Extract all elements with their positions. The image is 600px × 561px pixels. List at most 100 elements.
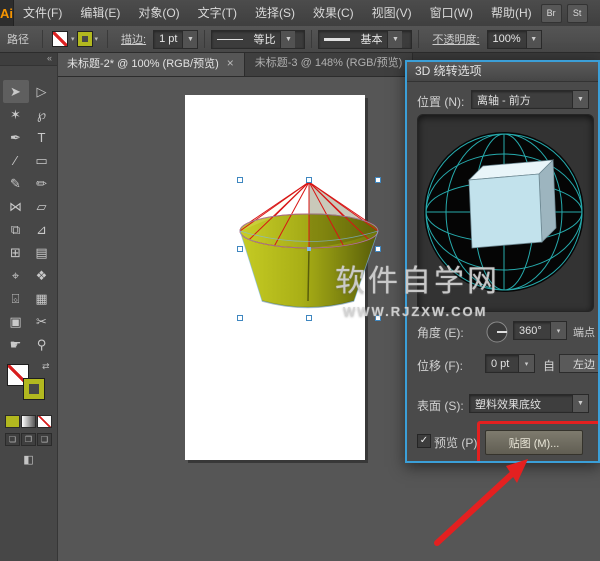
tool-glyph: ✶ — [10, 106, 21, 122]
tool-glyph: ❖ — [35, 267, 48, 283]
tool-glyph: ▤ — [35, 244, 48, 260]
stroke-swatch[interactable] — [76, 31, 93, 47]
offset-value: 0 pt — [491, 357, 510, 370]
preview-checkbox[interactable]: ✓ — [417, 434, 431, 448]
tool-glyph: ∕ — [14, 153, 17, 168]
offset-edge-button[interactable]: 左边 — [559, 354, 598, 373]
tab-untitled-2[interactable]: 未标题-2* @ 100% (RGB/预览) × — [57, 52, 245, 76]
selection-tool-icon[interactable]: ➤ — [2, 80, 29, 103]
stroke-color-swatch[interactable] — [23, 378, 45, 400]
draw-normal-icon[interactable]: ❏ — [5, 433, 20, 446]
tab-untitled-3[interactable]: 未标题-3 @ 148% (RGB/预览) — [244, 52, 414, 76]
chevron-down-icon[interactable]: ▾ — [550, 322, 566, 339]
menu-bar: Ai 文件(F) 编辑(E) 对象(O) 文字(T) 选择(S) 效果(C) 视图(V) 窗口… — [0, 0, 600, 27]
width-profile-dropdown[interactable]: 等比 ▼ — [211, 29, 306, 49]
magic-wand-tool-icon[interactable]: ✶ — [3, 103, 29, 126]
perspective-grid-tool-icon[interactable]: ⊿ — [29, 218, 55, 241]
opacity-field[interactable]: 100% ▼ — [486, 29, 542, 49]
menu-edit[interactable]: 编辑(E) — [71, 0, 129, 26]
fill-stroke-widget: ⇄ — [0, 361, 57, 410]
hand-tool-icon[interactable]: ☛ — [3, 333, 29, 356]
menu-file[interactable]: 文件(F) — [14, 0, 71, 26]
eyedropper-tool-icon[interactable]: ⌖ — [3, 264, 29, 287]
chevron-down-icon[interactable]: ▾ — [95, 35, 99, 43]
gradient-button[interactable] — [21, 415, 36, 428]
close-icon[interactable]: × — [227, 56, 234, 70]
menu-effect[interactable]: 效果(C) — [304, 0, 363, 26]
brush-definition-value: 基本 — [360, 34, 383, 46]
direct-selection-tool-icon[interactable]: ▷ — [29, 80, 55, 103]
fill-swatch[interactable] — [52, 31, 68, 47]
chevron-down-icon[interactable]: ▾ — [518, 355, 534, 372]
tool-glyph: ⧉ — [10, 221, 21, 237]
dialog-title[interactable]: 3D 绕转选项 — [407, 62, 598, 82]
symbol-sprayer-tool-icon[interactable]: ⌺ — [3, 287, 29, 310]
chevron-down-icon[interactable]: ▼ — [525, 30, 541, 48]
stroke-width-field[interactable]: 1 pt ▼ — [153, 29, 199, 49]
rectangle-tool-icon[interactable]: ▭ — [29, 149, 55, 172]
center-point[interactable] — [307, 247, 311, 251]
swap-fill-stroke-icon[interactable]: ⇄ — [42, 361, 50, 372]
line-tool-icon[interactable]: ∕ — [3, 149, 29, 172]
offset-field[interactable]: 0 pt ▾ — [485, 354, 535, 373]
gradient-tool-icon[interactable]: ▤ — [29, 241, 55, 264]
tool-glyph: ⌺ — [11, 290, 20, 306]
menu-view[interactable]: 视图(V) — [363, 0, 421, 26]
menu-object[interactable]: 对象(O) — [129, 0, 188, 26]
panel-context-label: 路径 — [7, 34, 29, 46]
tool-glyph: ✏ — [36, 175, 47, 191]
menu-help[interactable]: 帮助(H) — [482, 0, 541, 26]
width-tool-icon[interactable]: ⋈ — [3, 195, 29, 218]
chevron-down-icon[interactable]: ▼ — [280, 30, 296, 48]
lasso-tool-icon[interactable]: ℘ — [29, 103, 55, 126]
screen-mode-icon[interactable]: ◧ — [0, 453, 57, 466]
tool-glyph: ⊞ — [10, 244, 21, 260]
color-button[interactable] — [5, 415, 20, 428]
free-transform-tool-icon[interactable]: ▱ — [29, 195, 55, 218]
menu-select[interactable]: 选择(S) — [246, 0, 304, 26]
tool-glyph: ⋈ — [9, 198, 22, 214]
brush-definition-dropdown[interactable]: 基本 ▼ — [318, 29, 413, 49]
chevron-down-icon[interactable]: ▼ — [572, 91, 588, 108]
divider — [42, 30, 43, 48]
bridge-button[interactable]: Br — [540, 3, 562, 23]
chevron-down-icon[interactable]: ▼ — [572, 395, 588, 412]
chevron-down-icon[interactable]: ▾ — [71, 35, 75, 43]
stroke-link[interactable]: 描边: — [121, 31, 146, 47]
artboard-tool-icon[interactable]: ▣ — [3, 310, 29, 333]
stock-button[interactable]: St — [566, 3, 588, 23]
track-cube[interactable] — [418, 115, 591, 309]
none-button[interactable] — [37, 415, 52, 428]
map-art-button[interactable]: 贴图 (M)... — [485, 430, 583, 455]
brush-sample-icon — [324, 37, 351, 41]
surface-dropdown[interactable]: 塑料效果底纹 ▼ — [469, 394, 589, 413]
menu-window[interactable]: 窗口(W) — [421, 0, 482, 26]
opacity-link[interactable]: 不透明度: — [432, 31, 479, 47]
zoom-tool-icon[interactable]: ⚲ — [29, 333, 55, 356]
menu-type[interactable]: 文字(T) — [189, 0, 246, 26]
position-value: 离轴 - 前方 — [477, 94, 531, 107]
pencil-tool-icon[interactable]: ✏ — [29, 172, 55, 195]
column-graph-tool-icon[interactable]: ▦ — [29, 287, 55, 310]
chevron-down-icon[interactable]: ▼ — [387, 30, 403, 48]
color-mode-row — [5, 415, 52, 428]
draw-inside-icon[interactable]: ❑ — [37, 433, 52, 446]
tools-panel-collapse[interactable]: « — [0, 52, 57, 66]
paintbrush-tool-icon[interactable]: ✎ — [3, 172, 29, 195]
track-cube-panel — [417, 114, 594, 312]
mesh-tool-icon[interactable]: ⊞ — [3, 241, 29, 264]
chevron-down-icon[interactable]: ▼ — [182, 30, 198, 48]
type-tool-icon[interactable]: T — [29, 126, 55, 149]
divider — [107, 30, 109, 48]
pen-tool-icon[interactable]: ✒ — [3, 126, 29, 149]
slice-tool-icon[interactable]: ✂ — [29, 310, 55, 333]
angle-dial[interactable] — [485, 320, 509, 344]
draw-behind-icon[interactable]: ❐ — [21, 433, 36, 446]
tool-glyph: ⊿ — [36, 221, 47, 237]
angle-field[interactable]: 360° ▾ — [513, 321, 567, 340]
menubar-right-buttons: Br St — [540, 3, 600, 23]
shape-builder-tool-icon[interactable]: ⧉ — [3, 218, 29, 241]
position-dropdown[interactable]: 离轴 - 前方 ▼ — [471, 90, 589, 109]
tool-glyph: ⚲ — [36, 336, 47, 352]
blend-tool-icon[interactable]: ❖ — [29, 264, 55, 287]
